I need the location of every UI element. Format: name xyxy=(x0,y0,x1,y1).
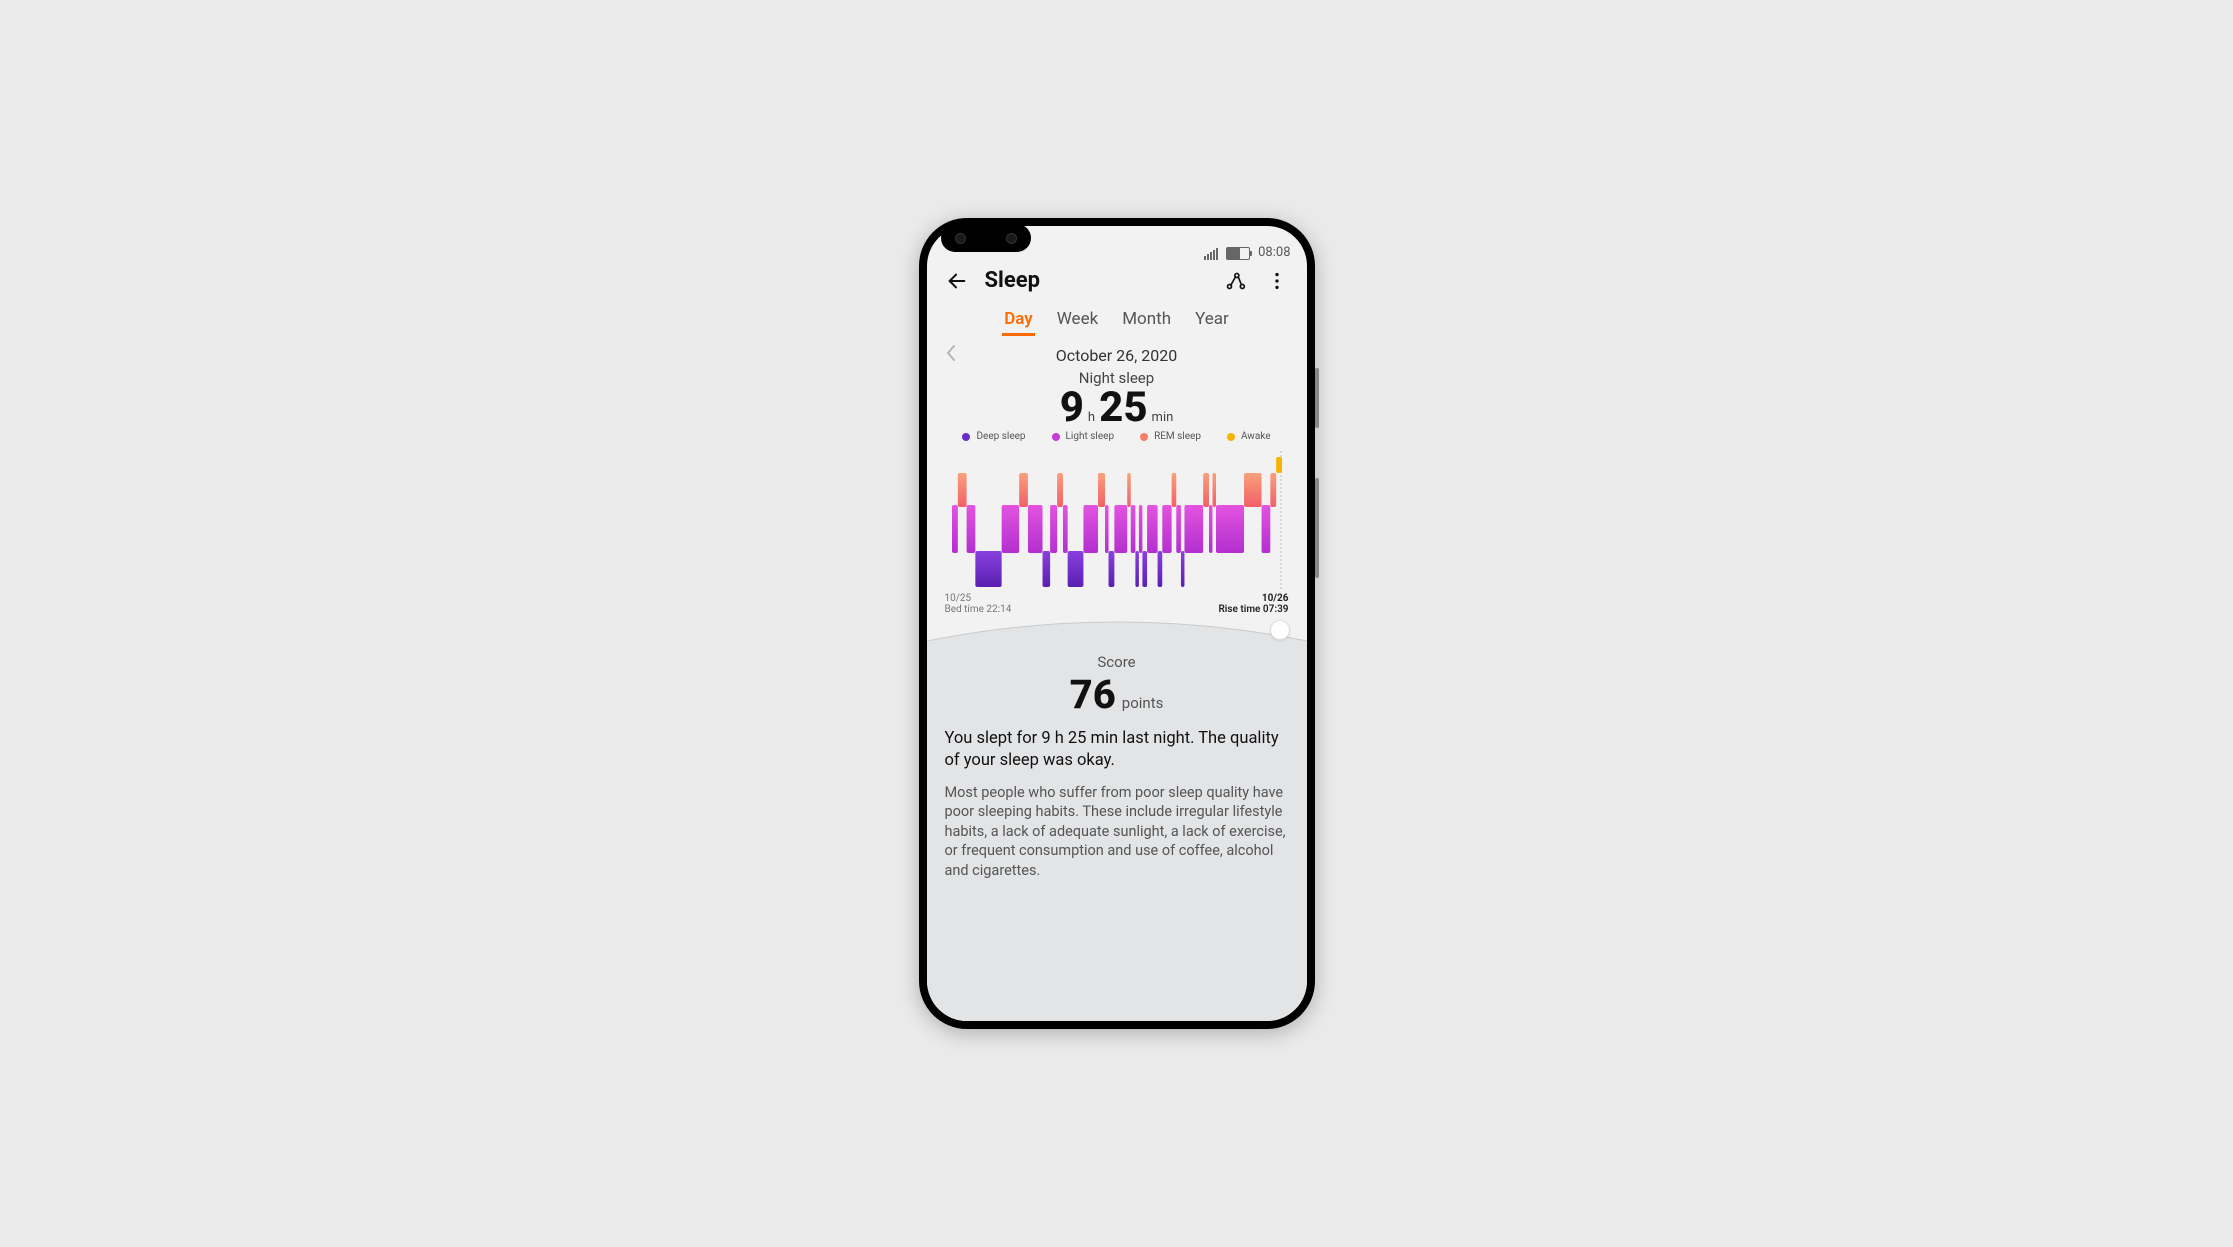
arrow-left-icon xyxy=(946,270,968,292)
screen: 08:08 Sleep Day Week Mon xyxy=(927,226,1307,1021)
dot-icon xyxy=(962,433,970,441)
rise-date: 10/26 xyxy=(1218,593,1288,604)
arc-icon xyxy=(927,617,1307,641)
share-nodes-icon xyxy=(1224,270,1246,292)
camera-notch xyxy=(941,224,1031,252)
bed-time: Bed time 22:14 xyxy=(945,604,1012,615)
header: Sleep xyxy=(927,262,1307,297)
range-tabs: Day Week Month Year xyxy=(927,297,1307,342)
signal-icon xyxy=(1204,248,1218,260)
date-row: October 26, 2020 xyxy=(927,342,1307,367)
legend-awake: Awake xyxy=(1227,431,1271,443)
tab-year[interactable]: Year xyxy=(1193,305,1231,336)
dot-icon xyxy=(1052,433,1060,441)
sleep-advice: Most people who suffer from poor sleep q… xyxy=(945,783,1289,881)
minutes-value: 25 xyxy=(1099,387,1147,429)
more-vertical-icon xyxy=(1266,270,1288,292)
sleep-chart-svg xyxy=(952,451,1282,591)
clock: 08:08 xyxy=(1258,245,1290,260)
sleep-duration: 9 h 25 min xyxy=(927,387,1307,429)
chart-legend: Deep sleep Light sleep REM sleep Awake xyxy=(927,431,1307,443)
share-button[interactable] xyxy=(1221,270,1249,292)
dot-icon xyxy=(1227,433,1235,441)
legend-deep: Deep sleep xyxy=(962,431,1025,443)
score-value: 76 xyxy=(1070,671,1116,718)
sleep-summary: You slept for 9 h 25 min last night. The… xyxy=(945,728,1289,773)
timeline-scrubber[interactable] xyxy=(927,617,1307,641)
legend-rem: REM sleep xyxy=(1140,431,1201,443)
rise-time: Rise time 07:39 xyxy=(1218,604,1288,615)
scrubber-thumb[interactable] xyxy=(1271,621,1289,639)
score-label: Score xyxy=(945,653,1289,671)
hours-unit: h xyxy=(1088,410,1095,425)
minutes-unit: min xyxy=(1152,410,1174,425)
legend-light: Light sleep xyxy=(1052,431,1115,443)
prev-day-button[interactable] xyxy=(945,344,957,367)
chart-axis-labels: 10/25 Bed time 22:14 10/26 Rise time 07:… xyxy=(939,591,1295,615)
score-line: 76 points xyxy=(945,671,1289,718)
battery-icon xyxy=(1226,247,1250,260)
chevron-left-icon xyxy=(945,344,957,362)
bed-date: 10/25 xyxy=(945,593,1012,604)
tab-day[interactable]: Day xyxy=(1002,305,1035,336)
tab-week[interactable]: Week xyxy=(1055,305,1100,336)
phone-frame: 08:08 Sleep Day Week Mon xyxy=(919,218,1315,1029)
page-title: Sleep xyxy=(985,268,1207,293)
sleep-chart[interactable]: 10/25 Bed time 22:14 10/26 Rise time 07:… xyxy=(927,451,1307,615)
score-unit: points xyxy=(1122,694,1164,712)
hours-value: 9 xyxy=(1060,387,1084,429)
current-date: October 26, 2020 xyxy=(1056,346,1178,365)
score-panel: Score 76 points You slept for 9 h 25 min… xyxy=(927,641,1307,1021)
back-button[interactable] xyxy=(943,270,971,292)
tab-month[interactable]: Month xyxy=(1120,305,1173,336)
more-button[interactable] xyxy=(1263,270,1291,292)
dot-icon xyxy=(1140,433,1148,441)
